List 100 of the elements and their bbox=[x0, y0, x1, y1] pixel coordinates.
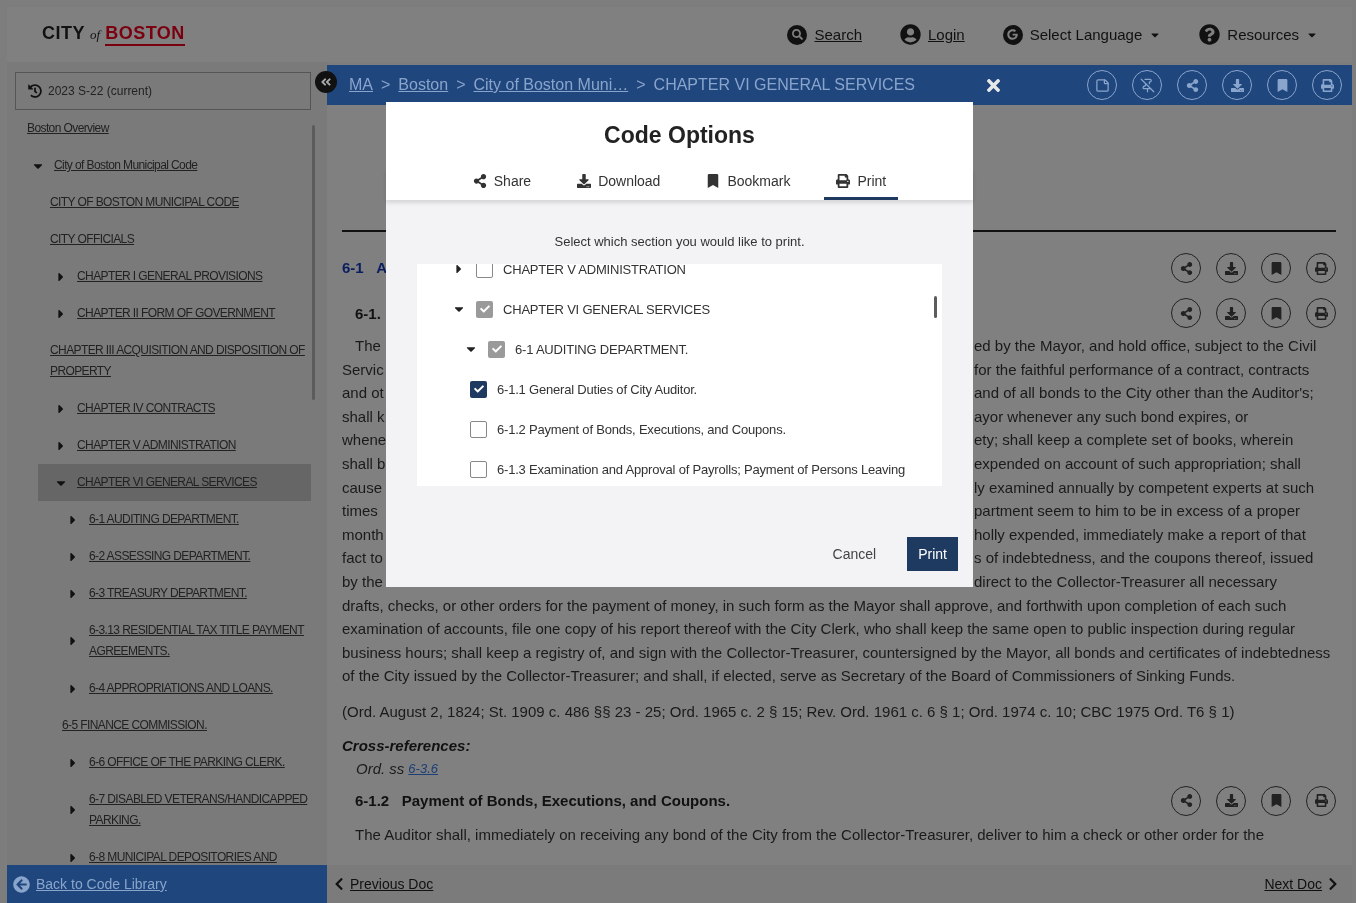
help-icon bbox=[1199, 24, 1221, 45]
section-label: CHAPTER V ADMINISTRATION bbox=[503, 264, 686, 277]
tree-row[interactable]: 6-2 ASSESSING DEPARTMENT. bbox=[38, 538, 311, 575]
text-fragment: for the faithful performance of a contract, contracts bbox=[974, 359, 1311, 380]
text-fragment: holly expended, immediately make a report of that bbox=[974, 524, 1307, 545]
tree-row[interactable]: CHAPTER III ACQUISITION AND DISPOSITION OF PROPERTY bbox=[38, 332, 311, 390]
logo-text: of bbox=[90, 27, 101, 43]
tree-link[interactable]: CITY OF BOSTON MUNICIPAL CODE bbox=[50, 192, 239, 213]
tab[interactable]: Bookmark bbox=[694, 169, 803, 200]
tree-row[interactable]: CHAPTER I GENERAL PROVISIONS bbox=[38, 258, 311, 295]
next-link[interactable]: Next Doc bbox=[1264, 876, 1340, 892]
nav-link[interactable]: Select Language bbox=[1002, 24, 1162, 45]
tree-link[interactable]: City of Boston Municipal Code bbox=[54, 155, 198, 176]
tree-link[interactable]: CHAPTER III ACQUISITION AND DISPOSITION OF PROPERTY bbox=[50, 340, 309, 382]
share-icon bbox=[1179, 794, 1193, 807]
version-select[interactable]: 2023 S-22 (current) bbox=[15, 72, 311, 110]
tree-link[interactable]: 6-4 APPROPRIATIONS AND LOANS. bbox=[89, 678, 273, 699]
breadcrumb-separator: > bbox=[456, 76, 466, 94]
tree-link[interactable]: Boston Overview bbox=[27, 118, 109, 139]
tree-link[interactable]: CHAPTER I GENERAL PROVISIONS bbox=[77, 266, 263, 287]
tree-row[interactable]: Boston Overview bbox=[7, 110, 311, 147]
share-icon bbox=[1179, 306, 1193, 320]
tree-row[interactable]: City of Boston Municipal Code bbox=[7, 147, 311, 184]
back-link[interactable]: Back to Code Library bbox=[13, 875, 167, 893]
cross-reference-link[interactable]: 6-3.6 bbox=[408, 756, 438, 780]
share-icon bbox=[1179, 261, 1193, 275]
text-fragment: ed by the Mayor, and hold office, subject to the Civil bbox=[974, 336, 1318, 356]
tree-link[interactable]: CITY OFFICIALS bbox=[50, 229, 135, 250]
text-fragment: times bbox=[342, 501, 379, 522]
section-label: 6-1.3 Examination and Approval of Payrolls; Payment of Persons Leaving bbox=[497, 461, 906, 477]
collapse-button[interactable] bbox=[315, 71, 337, 93]
tree-link[interactable]: 6-6 OFFICE OF THE PARKING CLERK. bbox=[89, 752, 285, 773]
previous-link[interactable]: Previous Doc bbox=[332, 876, 434, 892]
share-icon bbox=[1185, 78, 1199, 92]
scrollbar[interactable] bbox=[934, 296, 937, 318]
tab[interactable]: Download bbox=[565, 169, 673, 200]
tree-link[interactable]: CHAPTER IV CONTRACTS bbox=[77, 398, 215, 419]
section-text: drafts, checks, or other orders for the payment of money, in such form as the Mayor shall approve, and forthwith upon completion of each such examination of accounts, file one copy of his report thereof with the City Clerk, who shall keep the same open to public inspection during regular business hours; shall keep a registry of, and sign with the Collector-Treasurer, countersigned by the Mayor, all bonds and certificates of indebtedness of the City issued by the Collector-Treasurer; and shall, if elected, serve as Secretary of the Board of Commissioners of Sinking Funds. bbox=[342, 595, 1332, 687]
tree-row[interactable]: 6-8 MUNICIPAL DEPOSITORIES AND bbox=[38, 839, 311, 865]
bookmark-icon bbox=[1275, 78, 1289, 92]
text-fragment: whene bbox=[342, 430, 388, 451]
text-fragment: expended on account of such appropriation; shall bbox=[974, 453, 1302, 474]
cancel-button[interactable]: Cancel bbox=[821, 537, 888, 571]
tree-link[interactable]: 6-8 MUNICIPAL DEPOSITORIES AND bbox=[89, 847, 277, 865]
section-heading: 6-1.2 Payment of Bonds, Executions, and Coupons. bbox=[354, 792, 731, 809]
close-button[interactable] bbox=[984, 76, 1003, 95]
globe-letter-icon bbox=[1002, 24, 1023, 45]
nav-link[interactable]: Resources bbox=[1199, 24, 1318, 45]
share-icon bbox=[472, 174, 487, 188]
tree-row[interactable]: CHAPTER IV CONTRACTS bbox=[38, 390, 311, 427]
tree-link[interactable]: CHAPTER V ADMINISTRATION bbox=[77, 435, 236, 456]
tree-row[interactable]: 6-3 TREASURY DEPARTMENT. bbox=[38, 575, 311, 612]
note-icon bbox=[1094, 77, 1110, 93]
print-button[interactable]: Print bbox=[907, 537, 958, 571]
tree-row[interactable]: CHAPTER V ADMINISTRATION bbox=[38, 427, 311, 464]
check-icon bbox=[491, 344, 502, 354]
tree-row[interactable]: 6-1 AUDITING DEPARTMENT. bbox=[38, 501, 311, 538]
tree-row[interactable]: CHAPTER VI GENERAL SERVICES bbox=[38, 464, 311, 501]
breadcrumb-link[interactable]: Boston bbox=[398, 76, 449, 94]
tree-row[interactable]: 6-3.13 RESIDENTIAL TAX TITLE PAYMENT AGREEMENTS. bbox=[38, 612, 311, 670]
tab[interactable]: Share bbox=[460, 169, 544, 200]
text-fragment: by the bbox=[342, 571, 384, 592]
breadcrumb-link[interactable]: City of Boston Muni… bbox=[473, 76, 629, 94]
section-title: A bbox=[375, 259, 387, 276]
breadcrumb-link[interactable]: MA bbox=[349, 76, 373, 94]
tree-row[interactable]: CITY OFFICIALS bbox=[38, 221, 311, 258]
text-fragment: ayor whenever any such bond expires, or bbox=[974, 406, 1250, 427]
dialog-title: Code Options bbox=[603, 122, 756, 149]
tree-link[interactable]: 6-7 DISABLED VETERANS/HANDICAPPED PARKING. bbox=[89, 789, 309, 831]
cross-reference-text: Ord. ss bbox=[356, 758, 405, 779]
breadcrumb-current: CHAPTER VI GENERAL SERVICES bbox=[653, 76, 915, 94]
logo-text: BOSTON bbox=[105, 23, 185, 46]
tree-link[interactable]: 6-5 FINANCE COMMISSION. bbox=[62, 715, 207, 736]
tree-row[interactable]: 6-7 DISABLED VETERANS/HANDICAPPED PARKING. bbox=[38, 781, 311, 839]
download-icon bbox=[577, 174, 592, 188]
tree-row[interactable]: 6-4 APPROPRIATIONS AND LOANS. bbox=[38, 670, 311, 707]
user-icon bbox=[900, 24, 921, 45]
tree-row[interactable]: 6-5 FINANCE COMMISSION. bbox=[38, 707, 311, 744]
checkbox[interactable] bbox=[476, 264, 493, 278]
subsection-number: 6-1. bbox=[354, 304, 381, 322]
nav-link[interactable]: Search bbox=[787, 24, 862, 45]
tree-row[interactable]: CHAPTER II FORM OF GOVERNMENT bbox=[38, 295, 311, 332]
breadcrumb-separator: > bbox=[381, 76, 391, 94]
tree-link[interactable]: 6-1 AUDITING DEPARTMENT. bbox=[89, 509, 239, 530]
tree-row[interactable]: CITY OF BOSTON MUNICIPAL CODE bbox=[38, 184, 311, 221]
text-fragment: month bbox=[342, 524, 385, 545]
text-fragment: cause bbox=[342, 477, 384, 498]
bookmark-icon bbox=[1269, 261, 1283, 275]
nav-link[interactable]: Login bbox=[900, 24, 965, 45]
tree-link[interactable]: 6-2 ASSESSING DEPARTMENT. bbox=[89, 546, 251, 567]
text-fragment: shall k bbox=[342, 406, 386, 427]
pin-off-icon bbox=[1139, 77, 1155, 93]
tree-row[interactable]: 6-6 OFFICE OF THE PARKING CLERK. bbox=[38, 744, 311, 781]
tree-link[interactable]: 6-3 TREASURY DEPARTMENT. bbox=[89, 583, 247, 604]
bookmark-icon bbox=[1269, 306, 1283, 320]
tree-link[interactable]: CHAPTER VI GENERAL SERVICES bbox=[77, 472, 257, 493]
bookmark-icon bbox=[1269, 794, 1283, 807]
tree-link[interactable]: 6-3.13 RESIDENTIAL TAX TITLE PAYMENT AGREEMENTS. bbox=[89, 620, 309, 662]
bookmark-icon bbox=[706, 174, 721, 188]
tree-link[interactable]: CHAPTER II FORM OF GOVERNMENT bbox=[77, 303, 275, 324]
